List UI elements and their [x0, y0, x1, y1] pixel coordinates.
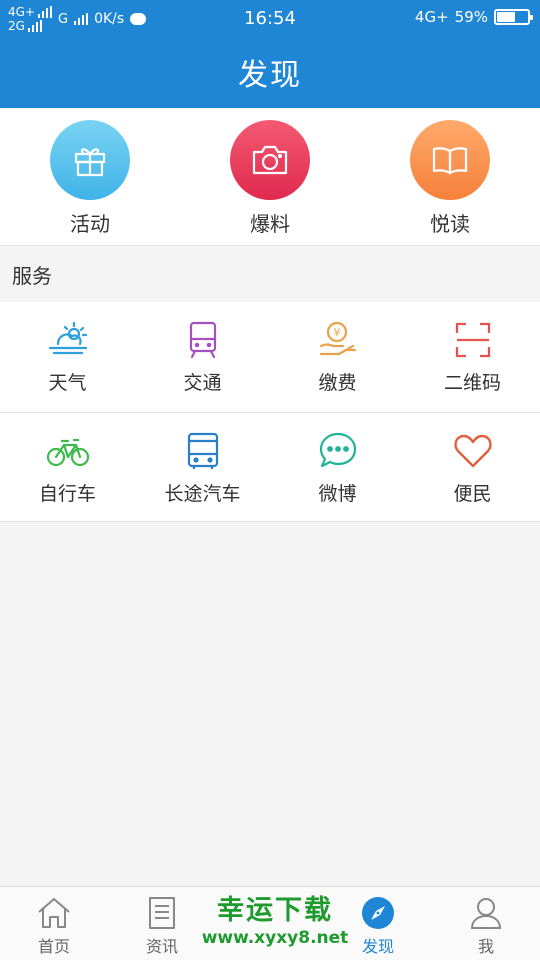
service-label: 微博 — [318, 483, 357, 505]
service-qrcode[interactable]: 二维码 — [405, 302, 540, 412]
payment-icon: ¥ — [316, 318, 360, 362]
compass-icon — [360, 895, 396, 931]
user-icon — [468, 895, 504, 931]
home-icon — [36, 895, 72, 931]
services-grid: 天气 交通 ¥ 缴费 二维码 自行车 长途汽车 微博 便民 — [0, 302, 540, 522]
service-label: 长途汽车 — [164, 483, 241, 505]
feature-reading[interactable]: 悦读 — [360, 108, 540, 246]
bottom-nav: 首页 资讯 发现 我 — [0, 886, 540, 960]
nav-label: 首页 — [37, 937, 70, 956]
service-label: 缴费 — [318, 372, 357, 394]
svg-text:¥: ¥ — [333, 326, 340, 339]
nav-news[interactable]: 资讯 — [108, 887, 216, 960]
network-type-right: 4G+ — [414, 8, 449, 26]
service-convenience[interactable]: 便民 — [405, 413, 540, 522]
nav-me[interactable]: 我 — [432, 887, 540, 960]
heart-icon — [451, 429, 495, 473]
camera-icon — [230, 120, 310, 200]
services-row: 天气 交通 ¥ 缴费 二维码 — [0, 302, 540, 412]
feature-activity[interactable]: 活动 — [0, 108, 180, 246]
service-payment[interactable]: ¥ 缴费 — [270, 302, 405, 412]
book-icon — [410, 120, 490, 200]
divider — [0, 245, 540, 246]
service-weibo[interactable]: 微博 — [270, 413, 405, 522]
bus-icon — [181, 429, 225, 473]
battery-icon — [494, 9, 533, 25]
services-row: 自行车 长途汽车 微博 便民 — [0, 412, 540, 522]
feature-label: 悦读 — [430, 212, 470, 236]
nav-discover[interactable]: 发现 — [324, 887, 432, 960]
service-label: 二维码 — [443, 372, 501, 394]
app-header: 发现 — [0, 36, 540, 108]
section-title-services: 服务 — [12, 264, 52, 288]
service-long-distance-bus[interactable]: 长途汽车 — [135, 413, 270, 522]
service-label: 便民 — [453, 483, 492, 505]
nav-label: 资讯 — [145, 937, 178, 956]
service-weather[interactable]: 天气 — [0, 302, 135, 412]
chat-bubble-icon — [316, 429, 360, 473]
feature-report[interactable]: 爆料 — [180, 108, 360, 246]
service-label: 自行车 — [38, 483, 96, 505]
battery-percent: 59% — [454, 8, 488, 26]
gift-icon — [50, 120, 130, 200]
feature-row: 活动 爆料 悦读 — [0, 108, 540, 246]
service-label: 交通 — [183, 372, 222, 394]
train-icon — [181, 318, 225, 362]
bicycle-icon — [46, 429, 90, 473]
qrcode-scan-icon — [451, 318, 495, 362]
service-bicycle[interactable]: 自行车 — [0, 413, 135, 522]
weather-icon — [46, 318, 90, 362]
document-icon — [144, 895, 180, 931]
divider — [0, 521, 540, 522]
service-traffic[interactable]: 交通 — [135, 302, 270, 412]
feature-label: 活动 — [70, 212, 110, 236]
nav-label: 发现 — [361, 937, 394, 956]
status-bar: 4G+ 2G G 0K/s 16:54 4G+ 59% — [0, 0, 540, 36]
feature-label: 爆料 — [250, 212, 290, 236]
nav-home[interactable]: 首页 — [0, 887, 108, 960]
page-title: 发现 — [238, 58, 302, 93]
status-bar-right: 4G+ 59% — [414, 8, 533, 26]
nav-middle[interactable] — [216, 887, 324, 960]
nav-label: 我 — [477, 937, 494, 956]
placeholder-icon — [252, 895, 288, 931]
service-label: 天气 — [48, 372, 87, 394]
